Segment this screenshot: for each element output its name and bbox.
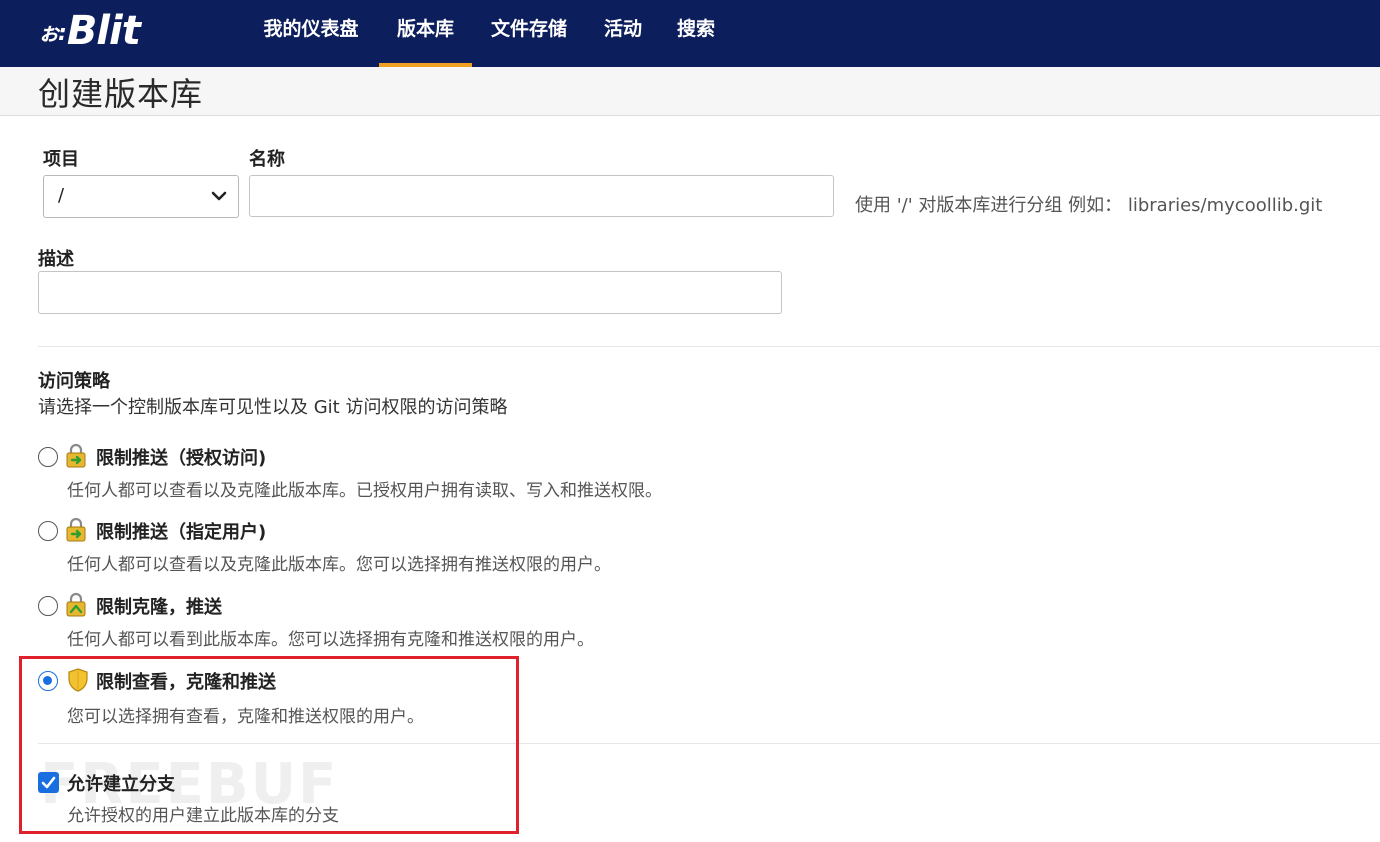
top-navbar: ぉ: Blit 我的仪表盘 版本库 文件存储 活动 搜索	[0, 0, 1380, 67]
name-label: 名称	[249, 149, 285, 170]
access-policy-title: 访问策略	[38, 371, 110, 392]
policy-option-title: 限制推送（授权访问)	[96, 448, 267, 469]
policy-option-title: 限制推送（指定用户)	[96, 522, 267, 543]
policy-option-description: 任何人都可以查看以及克隆此版本库。已授权用户拥有读取、写入和推送权限。	[67, 481, 662, 501]
project-select[interactable]: /	[43, 175, 239, 218]
access-policy-subtitle: 请选择一个控制版本库可见性以及 Git 访问权限的访问策略	[38, 397, 508, 418]
lock-push-icon	[66, 517, 86, 542]
lock-clone-icon	[66, 592, 86, 617]
policy-option-description: 任何人都可以查看以及克隆此版本库。您可以选择拥有推送权限的用户。	[67, 555, 611, 575]
nav-activity[interactable]: 活动	[600, 0, 646, 67]
project-label: 项目	[43, 149, 79, 170]
policy-radio-authenticated-push[interactable]	[38, 447, 58, 467]
nav-repositories[interactable]: 版本库	[379, 0, 472, 67]
policy-option-title: 限制克隆，推送	[96, 597, 222, 618]
policy-radio-named-push[interactable]	[38, 521, 58, 541]
logo-mark: ぉ:	[38, 21, 67, 46]
chevron-down-icon	[211, 191, 227, 201]
nav-dashboard[interactable]: 我的仪表盘	[258, 0, 364, 67]
page-header: 创建版本库	[0, 67, 1380, 116]
name-hint: 使用 '/' 对版本库进行分组 例如： libraries/mycoollib.…	[855, 195, 1323, 216]
lock-push-icon	[66, 443, 86, 468]
description-input[interactable]	[38, 271, 782, 314]
highlight-annotation-box	[19, 656, 519, 834]
app-logo[interactable]: ぉ: Blit	[38, 6, 141, 56]
nav-file-storage[interactable]: 文件存储	[486, 0, 572, 67]
description-label: 描述	[38, 249, 74, 270]
section-divider	[38, 346, 1380, 347]
policy-option-description: 任何人都可以看到此版本库。您可以选择拥有克隆和推送权限的用户。	[67, 630, 594, 650]
page-title: 创建版本库	[38, 75, 204, 113]
project-select-value: /	[58, 185, 65, 206]
policy-radio-clone-push[interactable]	[38, 596, 58, 616]
name-input[interactable]	[249, 175, 834, 217]
logo-text: Blit	[66, 8, 141, 54]
nav-search[interactable]: 搜索	[673, 0, 719, 67]
